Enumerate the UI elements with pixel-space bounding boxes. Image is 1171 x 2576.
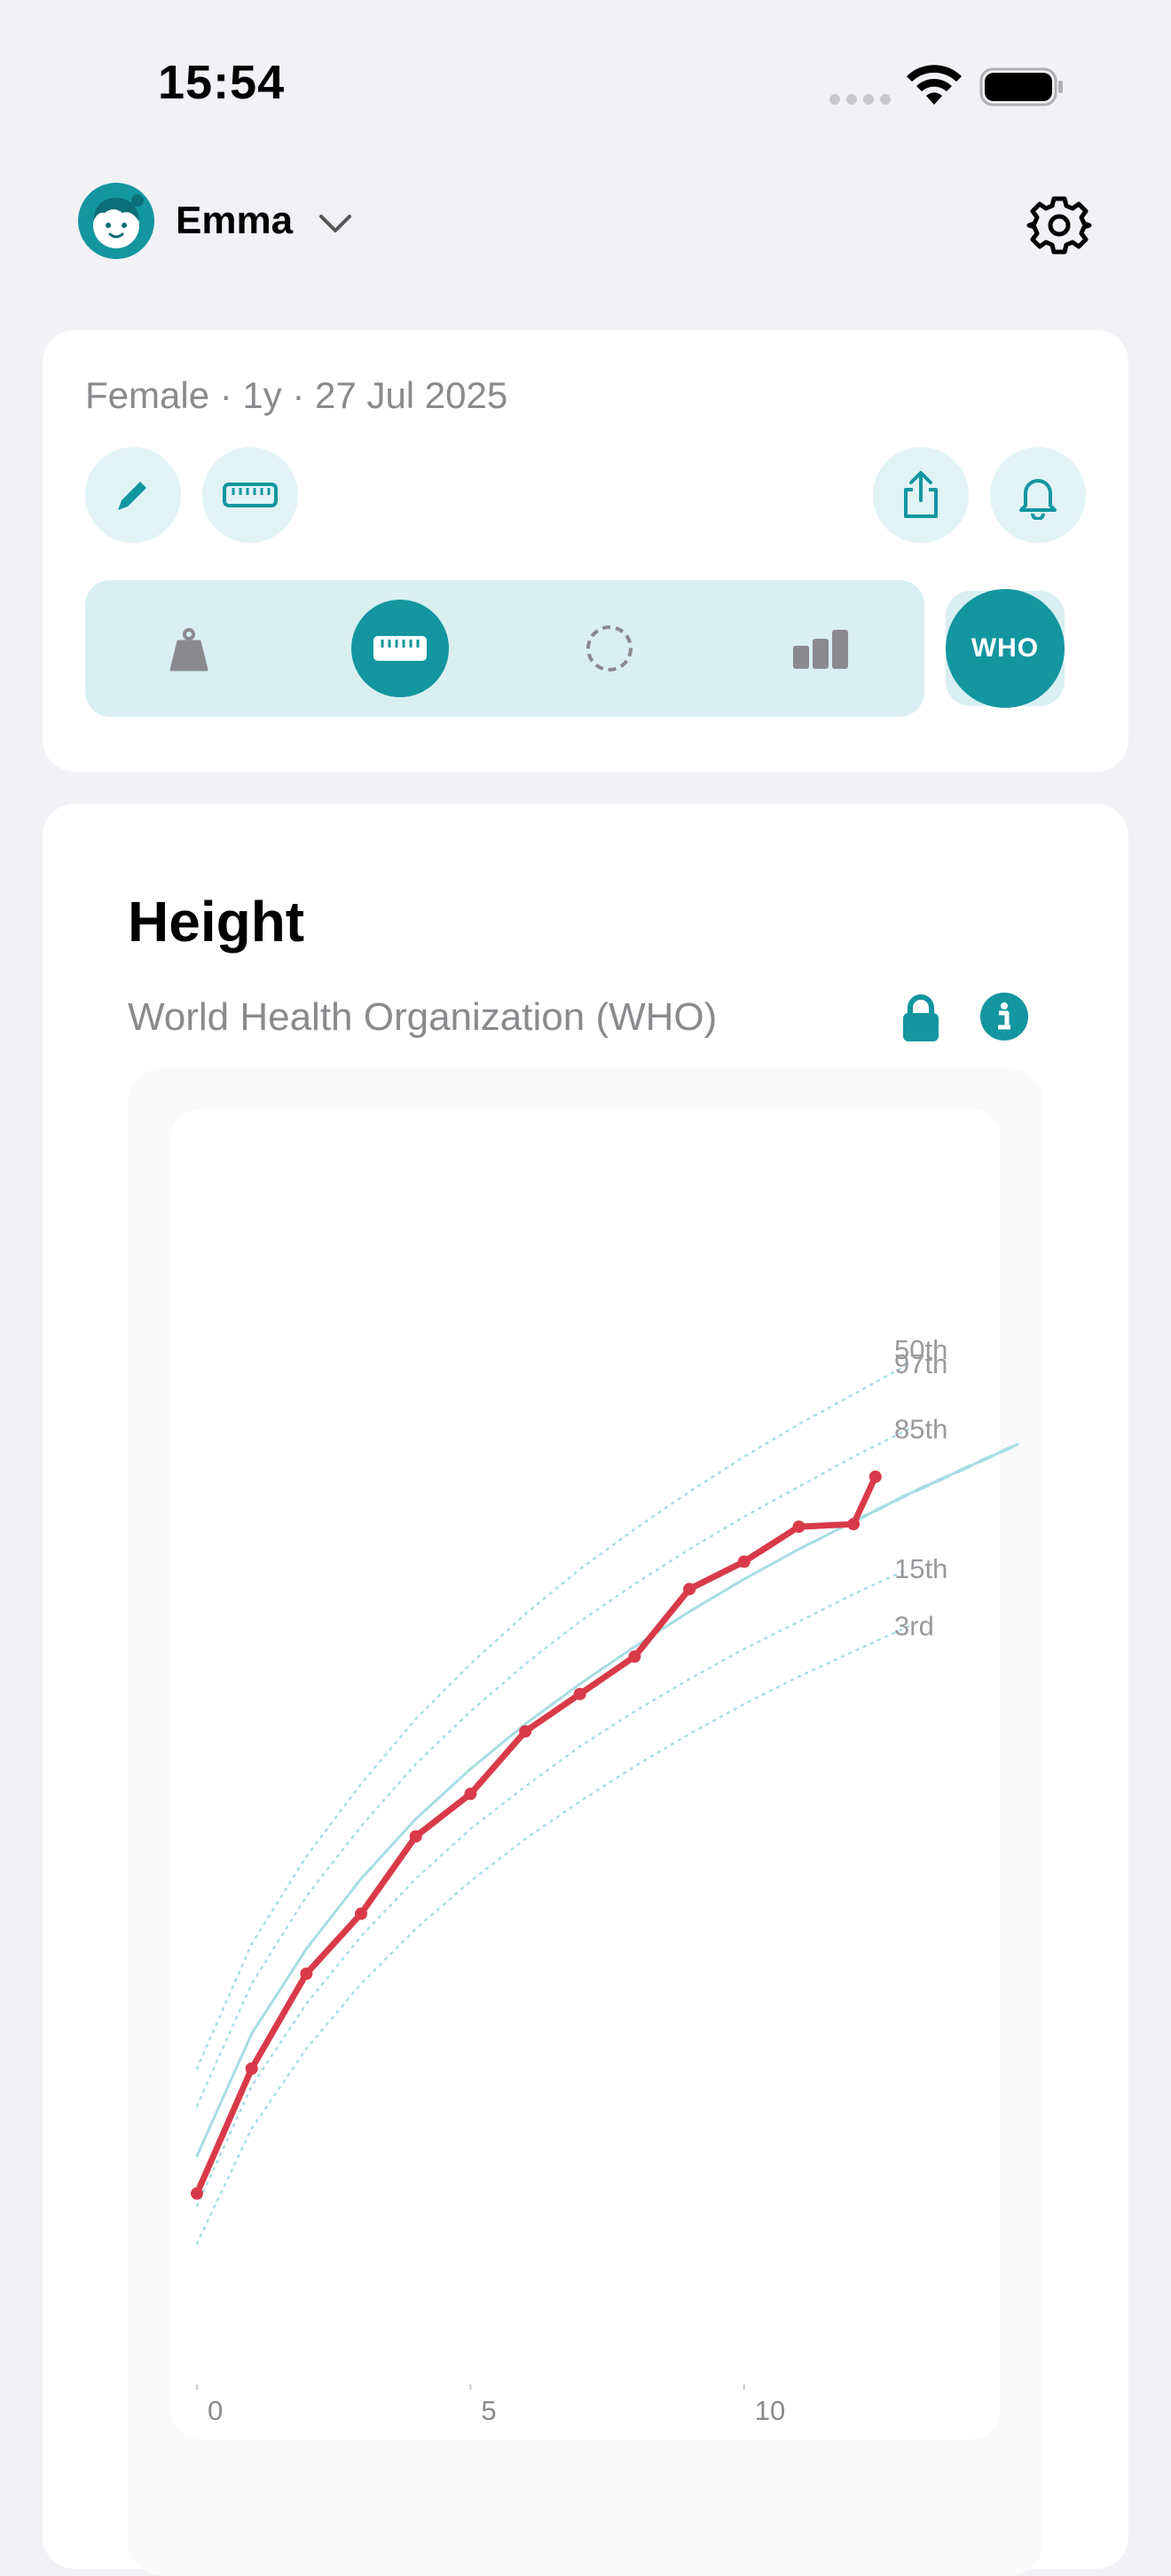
measurement-point[interactable] <box>737 1555 751 1568</box>
measurement-point[interactable] <box>868 1470 882 1483</box>
x-tick-label: 0 <box>208 2395 223 2426</box>
measurement-point[interactable] <box>245 2062 258 2075</box>
measurement-point[interactable] <box>191 2187 203 2200</box>
measurement-point[interactable] <box>519 1724 532 1738</box>
percentile-label-85th: 85th <box>894 1413 947 1444</box>
x-tick-label: 10 <box>755 2395 785 2426</box>
percentile-line-50th <box>195 1442 1019 2157</box>
percentile-line-97th <box>195 1363 910 2070</box>
measurement-point[interactable] <box>628 1650 641 1663</box>
x-tick-label: 5 <box>481 2395 496 2426</box>
percentile-label-50th: 50th <box>894 1334 947 1365</box>
percentile-line-15th <box>195 1567 910 2208</box>
measurement-point[interactable] <box>847 1518 861 1531</box>
percentile-line-3rd <box>195 1625 910 2245</box>
measurement-point[interactable] <box>409 1830 422 1843</box>
measurement-point[interactable] <box>792 1520 806 1534</box>
measurement-line <box>193 1473 879 2197</box>
measurement-point[interactable] <box>355 1907 367 1920</box>
percentile-label-3rd: 3rd <box>894 1611 934 1642</box>
percentile-label-15th: 15th <box>894 1553 947 1584</box>
measurement-point[interactable] <box>300 1967 313 1980</box>
growth-chart: 97th85th50th15th3rd0 5 10 <box>191 1334 1019 2426</box>
measurement-point[interactable] <box>683 1583 696 1596</box>
measurement-point[interactable] <box>573 1687 586 1700</box>
measurement-point[interactable] <box>464 1787 477 1801</box>
